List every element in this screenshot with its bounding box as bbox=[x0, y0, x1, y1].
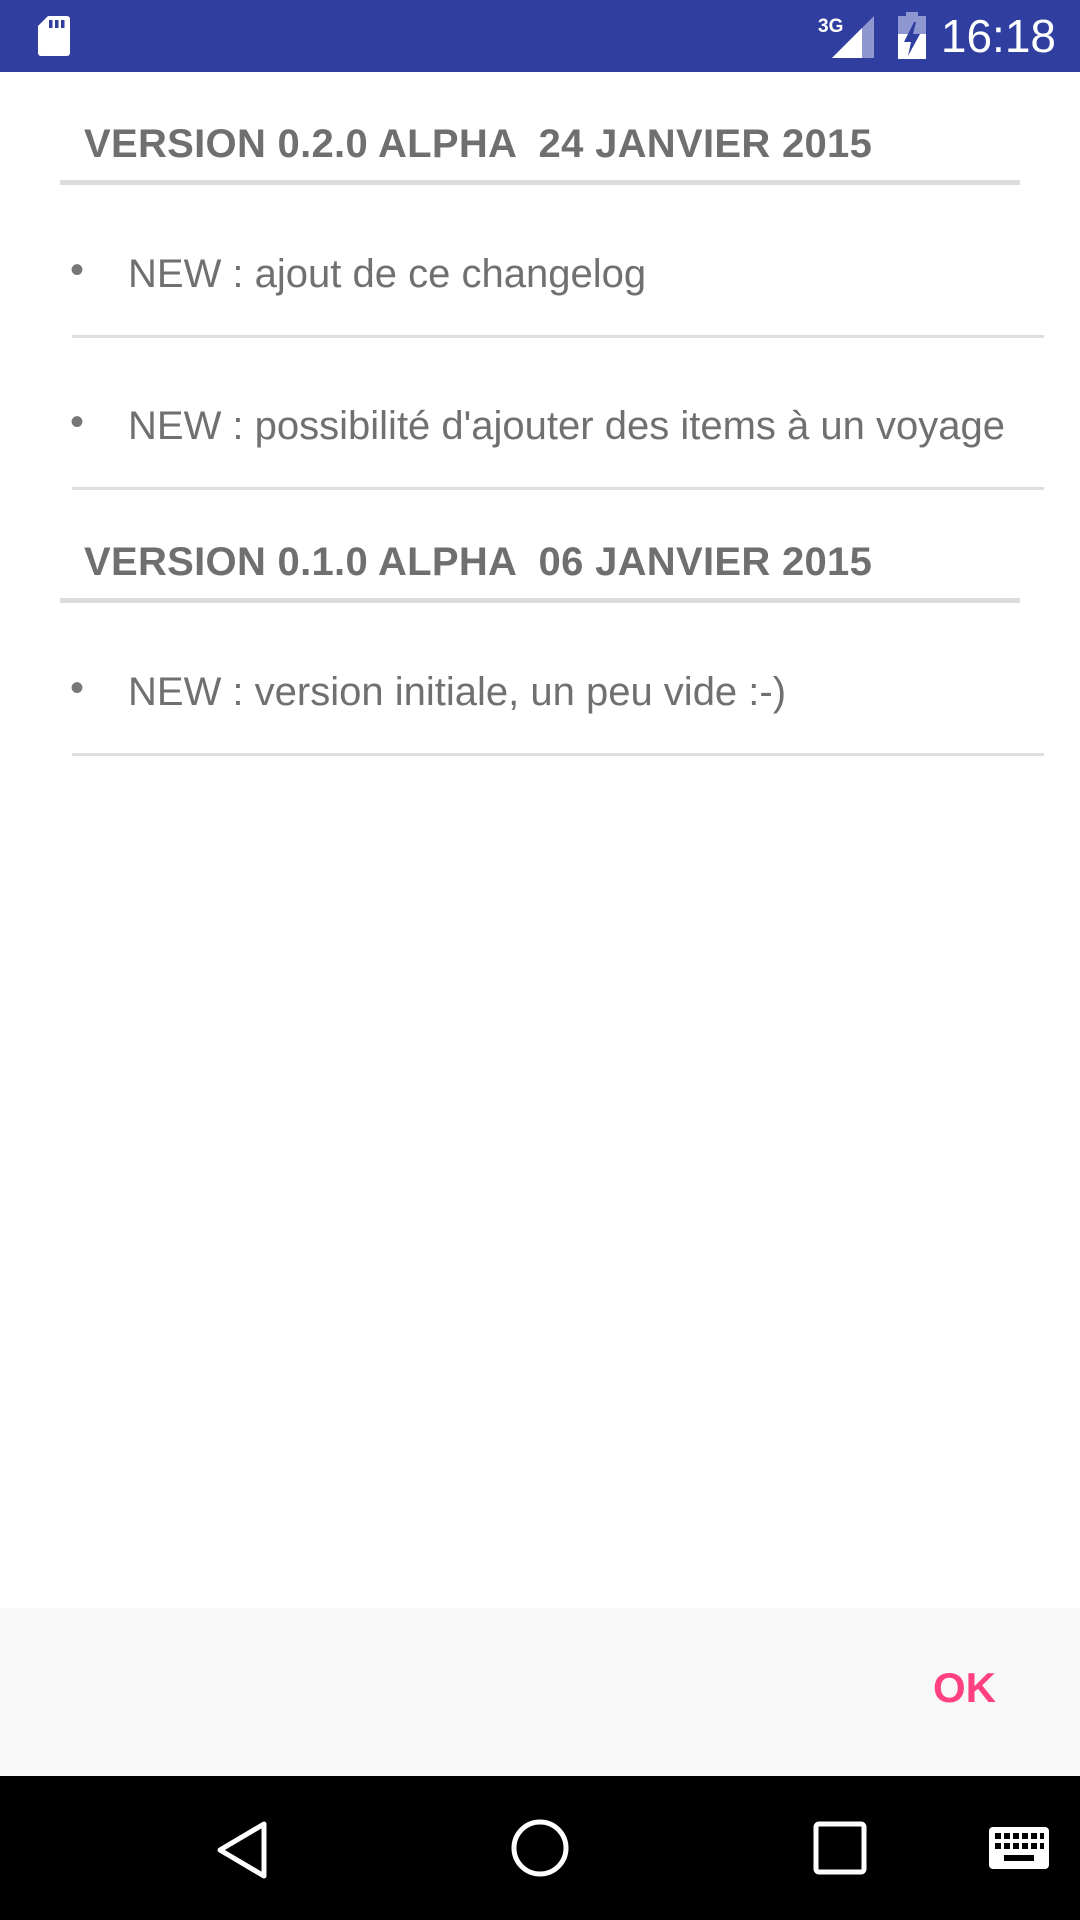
back-icon[interactable] bbox=[212, 1818, 272, 1882]
bullet-icon: • bbox=[70, 400, 85, 444]
version-header-divider bbox=[60, 598, 1020, 603]
version-title: VERSION 0.2.0 ALPHA 24 JANVIER 2015 bbox=[84, 122, 873, 166]
dialog-button-bar: OK bbox=[0, 1608, 1080, 1776]
changelog-item: • NEW : ajout de ce changelog bbox=[0, 186, 1080, 338]
navigation-bar bbox=[0, 1776, 1080, 1920]
version-header-divider bbox=[60, 180, 1020, 185]
bullet-icon: • bbox=[70, 248, 85, 292]
changelog-list[interactable]: VERSION 0.2.0 ALPHA 24 JANVIER 2015 • NE… bbox=[0, 72, 1080, 756]
changelog-item-text: NEW : possibilité d'ajouter des items à … bbox=[128, 404, 1005, 448]
changelog-item: • NEW : possibilité d'ajouter des items … bbox=[0, 338, 1080, 490]
changelog-item-text: NEW : version initiale, un peu vide :-) bbox=[128, 670, 787, 714]
home-icon[interactable] bbox=[510, 1818, 570, 1878]
keyboard-icon[interactable] bbox=[988, 1826, 1050, 1870]
changelog-item: • NEW : version initiale, un peu vide :-… bbox=[0, 604, 1080, 756]
status-clock: 16:18 bbox=[940, 10, 1056, 62]
version-title: VERSION 0.1.0 ALPHA 06 JANVIER 2015 bbox=[84, 540, 873, 584]
sd-card-icon bbox=[38, 16, 70, 56]
screen: 3G 16:18 VERSION 0.2.0 ALPHA 24 JANVIER … bbox=[0, 0, 1080, 1920]
network-type-label: 3G bbox=[818, 16, 843, 37]
status-bar: 3G 16:18 bbox=[0, 0, 1080, 72]
bullet-icon: • bbox=[70, 666, 85, 710]
version-header: VERSION 0.2.0 ALPHA 24 JANVIER 2015 bbox=[0, 72, 1080, 186]
cellular-signal-icon: 3G bbox=[818, 16, 874, 58]
item-divider bbox=[72, 753, 1044, 756]
ok-button[interactable]: OK bbox=[927, 1664, 1002, 1712]
version-header: VERSION 0.1.0 ALPHA 06 JANVIER 2015 bbox=[0, 490, 1080, 604]
battery-charging-icon bbox=[898, 12, 926, 59]
changelog-item-text: NEW : ajout de ce changelog bbox=[128, 252, 647, 296]
recents-icon[interactable] bbox=[812, 1820, 868, 1876]
